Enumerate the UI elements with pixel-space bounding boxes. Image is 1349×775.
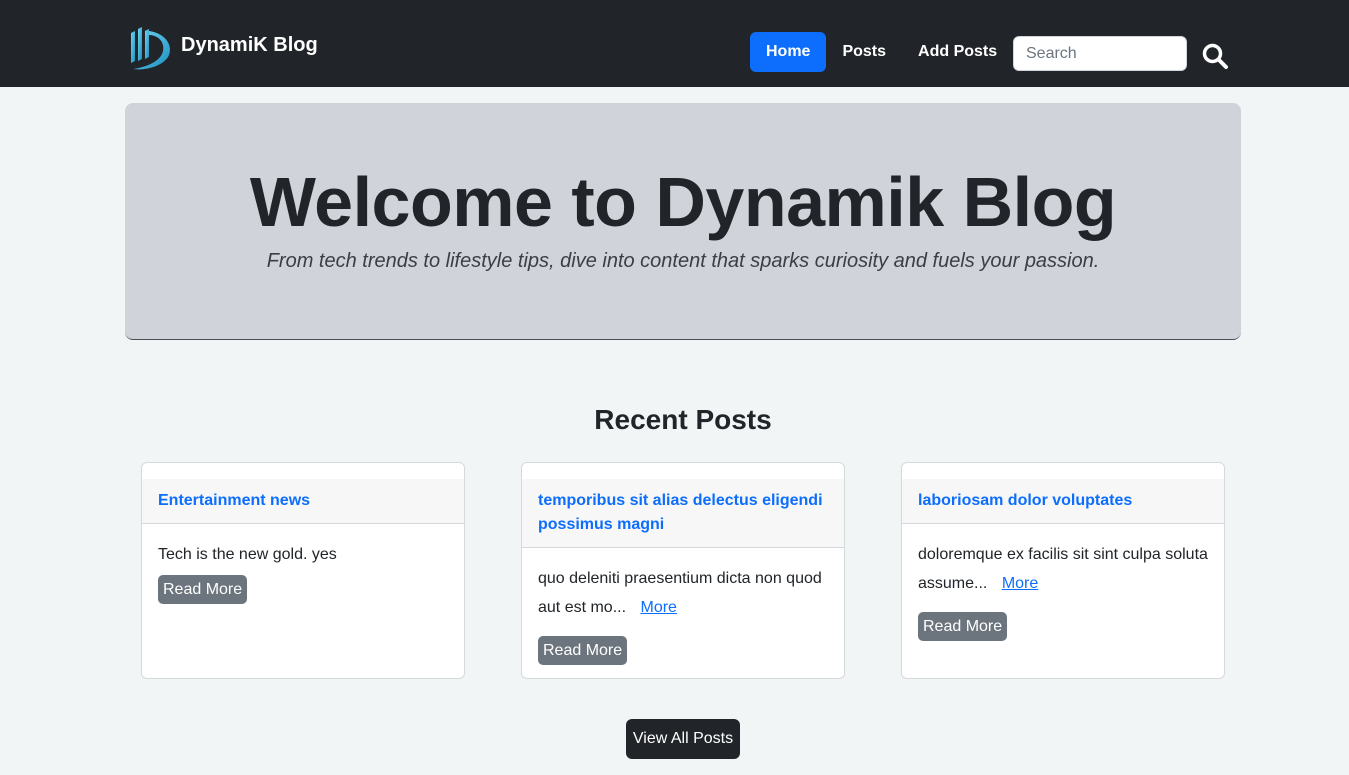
navbar: DynamiK Blog Home Posts Add Posts [0, 0, 1349, 87]
nav-links: Home Posts Add Posts [750, 32, 1013, 72]
post-title-link[interactable]: Entertainment news [158, 489, 448, 513]
read-more-button[interactable]: Read More [158, 575, 248, 604]
post-excerpt-text: quo deleniti praesentium dicta non quod … [538, 570, 822, 616]
post-excerpt-text: Tech is the new gold. yes [158, 546, 337, 563]
brand-name: DynamiK Blog [181, 33, 318, 56]
recent-posts-title: Recent Posts [594, 404, 772, 435]
post-card: laboriosam dolor voluptates doloremque e… [901, 462, 1225, 679]
post-card-header: Entertainment news [142, 479, 464, 524]
post-card-header: temporibus sit alias delectus eligendi p… [522, 479, 844, 548]
view-all-posts-button[interactable]: View All Posts [626, 719, 740, 759]
post-card-body: doloremque ex facilis sit sint culpa sol… [902, 524, 1224, 657]
post-excerpt-text: doloremque ex facilis sit sint culpa sol… [918, 546, 1208, 592]
hero-title: Welcome to Dynamik Blog [249, 163, 1117, 241]
more-link[interactable]: More [1002, 575, 1038, 592]
search-input[interactable] [1013, 36, 1187, 71]
dynamik-logo-icon [131, 27, 171, 70]
post-card-body: Tech is the new gold. yes Read More [142, 524, 464, 620]
post-title-link[interactable]: laboriosam dolor voluptates [918, 489, 1208, 513]
more-link[interactable]: More [641, 599, 677, 616]
post-excerpt: doloremque ex facilis sit sint culpa sol… [918, 540, 1208, 598]
post-excerpt: Tech is the new gold. yes [158, 540, 448, 569]
post-card-header: laboriosam dolor voluptates [902, 479, 1224, 524]
hero-banner: Welcome to Dynamik Blog From tech trends… [125, 103, 1241, 340]
post-excerpt: quo deleniti praesentium dicta non quod … [538, 564, 828, 622]
read-more-button[interactable]: Read More [918, 612, 1008, 641]
nav-link-add-posts[interactable]: Add Posts [902, 32, 1013, 72]
search-button[interactable] [1200, 42, 1230, 72]
nav-link-home[interactable]: Home [750, 32, 827, 72]
nav-link-posts[interactable]: Posts [826, 32, 902, 72]
post-card-body: quo deleniti praesentium dicta non quod … [522, 548, 844, 678]
search-icon [1202, 43, 1228, 69]
post-card: Entertainment news Tech is the new gold.… [141, 462, 465, 679]
brand-link[interactable]: DynamiK Blog [125, 22, 318, 74]
post-title-link[interactable]: temporibus sit alias delectus eligendi p… [538, 489, 828, 537]
post-card: temporibus sit alias delectus eligendi p… [521, 462, 845, 679]
hero-subtitle: From tech trends to lifestyle tips, dive… [266, 250, 1100, 272]
read-more-button[interactable]: Read More [538, 636, 628, 665]
